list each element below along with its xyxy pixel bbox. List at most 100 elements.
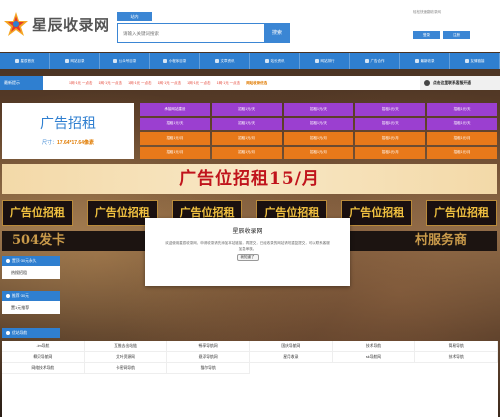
nav-item[interactable]: 公众号目录 (100, 53, 150, 69)
section-header: 优站导航 (2, 328, 60, 338)
modal-body: 欢迎使用星辰收录网，申请收录请先添加本站链接，再提交，已经收录的网站请勿重复提交… (165, 241, 330, 251)
home-icon (14, 59, 19, 64)
thumb-icon (6, 294, 10, 298)
site-link[interactable]: -im导航 (2, 341, 85, 352)
notice-item[interactable]: 1网·1元 一点击 (158, 81, 182, 86)
contact-service-link[interactable]: 点击这里联系客服开通 (420, 76, 500, 90)
rank-icon (314, 59, 319, 64)
site-link[interactable]: 网络技术导航 (2, 363, 85, 374)
site-link[interactable]: sk导航网 (332, 352, 416, 363)
pin-icon (6, 259, 10, 263)
ad-grid-cell[interactable]: 招租1元/月 (355, 146, 426, 159)
nav-section: 优站导航 (2, 328, 60, 338)
strip-right-text: 村服务商 (414, 233, 467, 248)
notice-item[interactable]: 网站收录优选 (246, 81, 267, 86)
nav-item[interactable]: 星辰首页 (0, 53, 50, 69)
nav-item[interactable]: 网站目录 (50, 53, 100, 69)
ad-grid-cell[interactable]: 招租1元/天 (283, 117, 354, 130)
ad-grid-cell[interactable]: 招租1元/天 (211, 103, 282, 116)
globe-icon (64, 59, 69, 64)
nav-item[interactable]: 网站排行 (300, 53, 350, 69)
ad-grid-cell[interactable]: 招租1元/月 (427, 146, 497, 159)
ad-grid-cell[interactable]: 招租1元/天 (211, 117, 282, 130)
site-link[interactable]: 技术导航 (332, 341, 416, 352)
site-header: 星辰收录网 站内 搜索 轻松快速翻收录网 登录 注册 (0, 0, 500, 52)
welcome-modal: 星辰收录网 欢迎使用星辰收录网，申请收录请先添加本站链接，再提交，已经收录的网站… (145, 218, 350, 286)
site-link[interactable]: 悬浮导航网 (167, 352, 250, 363)
ad-rent-title: 广告招租 (40, 115, 96, 131)
login-button[interactable]: 登录 (413, 31, 440, 39)
ad-grid-cell[interactable]: 招租1元/天 (140, 117, 210, 130)
search-tab[interactable]: 站内 (117, 12, 152, 21)
app-icon (162, 59, 167, 64)
section-item[interactable]: 热搜招租 (2, 266, 60, 279)
site-link[interactable]: 简易导航 (415, 341, 498, 352)
ad-grid-cell[interactable]: 招租1元/月 (283, 146, 354, 159)
notice-title: 最新提示 (0, 76, 43, 90)
notice-item[interactable]: 1网·1元 一点击 (99, 81, 123, 86)
search-input[interactable] (117, 23, 265, 43)
ad-grid-cell[interactable]: 招租1元/天 (427, 117, 497, 130)
ad-grid-cell[interactable]: 招租1元/天 (427, 103, 497, 116)
ad-grid-cell[interactable]: 招租1元/月 (211, 146, 282, 159)
site-link[interactable]: 畅享导航网 (167, 341, 250, 352)
top-section: 置顶·30元永久 热搜招租 (2, 256, 60, 279)
star-logo-icon (2, 10, 30, 38)
modal-close-button[interactable]: 我知道了 (236, 254, 259, 261)
ad-grid-cell[interactable]: 招租1元/月 (140, 146, 210, 159)
article-icon (214, 59, 219, 64)
ad-rent-box[interactable]: 广告招租 尺寸：17.64*17.64像素 (2, 103, 134, 159)
site-link[interactable]: 猫尔导航 (167, 363, 250, 374)
nav-item[interactable]: 最新收录 (400, 53, 450, 69)
ad-grid-cell[interactable]: 招租1元/天 (355, 117, 426, 130)
top-note: 轻松快速翻收录网 (413, 10, 441, 14)
site-link[interactable]: 国庆导航网 (249, 341, 333, 352)
register-button[interactable]: 注册 (443, 31, 470, 39)
section-header: 推荐·30元 (2, 291, 60, 301)
search-button[interactable]: 搜索 (264, 23, 290, 43)
modal-title: 星辰收录网 (232, 229, 263, 235)
ad-grid-cell[interactable]: 招租1元/天 (355, 103, 426, 116)
ad-banner[interactable]: 广告位招租15/月 (2, 164, 497, 194)
site-logo[interactable]: 星辰收录网 (2, 8, 114, 40)
section-item[interactable]: 置1元推荐 (2, 301, 60, 314)
ad-tile[interactable]: 广告位招租 (426, 200, 497, 226)
site-link[interactable]: 互推去出站链 (84, 341, 168, 352)
notice-bar: 最新提示 1网·1元 一点击 1网·1元 一点击 1网·1元 一点击 1网·1元… (0, 76, 500, 90)
ad-rent-size: 尺寸：17.64*17.64像素 (42, 140, 94, 146)
ad-tile[interactable]: 广告位招租 (2, 200, 73, 226)
nav-item[interactable]: 广告合作 (350, 53, 400, 69)
site-link[interactable]: 艾叶资源网 (84, 352, 168, 363)
nav-item[interactable]: 友情链接 (450, 53, 500, 69)
ad-grid-cell[interactable]: 招租1元/月 (427, 132, 497, 145)
site-link[interactable]: 椰贝导航网 (2, 352, 85, 363)
ad-grid-cell[interactable]: 招租1元/月 (283, 132, 354, 145)
logo-text: 星辰收录网 (32, 15, 110, 34)
site-link[interactable]: 卡密网导航 (84, 363, 168, 374)
news-icon (264, 59, 269, 64)
ad-grid-cell[interactable]: 招租1元/月 (140, 132, 210, 145)
notice-item[interactable]: 1网·1元 一点击 (69, 81, 93, 86)
main-nav: 星辰首页 网站目录 公众号目录 小程序目录 文章资讯 站长资讯 网站排行 广告合… (0, 53, 500, 69)
link-icon (464, 59, 469, 64)
ad-grid-cell[interactable]: 招租1元/天 (283, 103, 354, 116)
links-table: -im导航 互推去出站链 畅享导航网 国庆导航网 技术导航 简易导航 椰贝导航网 艾叶资源网悬… (2, 341, 498, 417)
ad-grid: 承接网站建设 招租1元/天 招租1元/天 招租1元/天 招租1元/天 招租1元/天 招租1元… (140, 103, 497, 159)
wechat-icon (112, 59, 117, 64)
nav-item[interactable]: 文章资讯 (200, 53, 250, 69)
nav-item[interactable]: 小程序目录 (150, 53, 200, 69)
ad-grid-cell[interactable]: 招租1元/月 (355, 132, 426, 145)
site-link[interactable]: 技术导航 (415, 352, 498, 363)
section-header: 置顶·30元永久 (2, 256, 60, 266)
site-link[interactable]: 星月收录 (249, 352, 333, 363)
ad-grid-cell[interactable]: 招租1元/月 (211, 132, 282, 145)
recommend-section: 推荐·30元 置1元推荐 (2, 291, 60, 314)
nav-item[interactable]: 站长资讯 (250, 53, 300, 69)
ad-grid-cell[interactable]: 承接网站建设 (140, 103, 210, 116)
notice-item[interactable]: 1网·1元 一点击 (128, 81, 152, 86)
compass-icon (6, 331, 10, 335)
notice-item[interactable]: 1网·1元 一点击 (217, 81, 241, 86)
search-area: 站内 搜索 (117, 12, 290, 44)
ad-tile[interactable]: 广告位招租 (341, 200, 413, 226)
notice-item[interactable]: 1网·1元 一点击 (187, 81, 211, 86)
